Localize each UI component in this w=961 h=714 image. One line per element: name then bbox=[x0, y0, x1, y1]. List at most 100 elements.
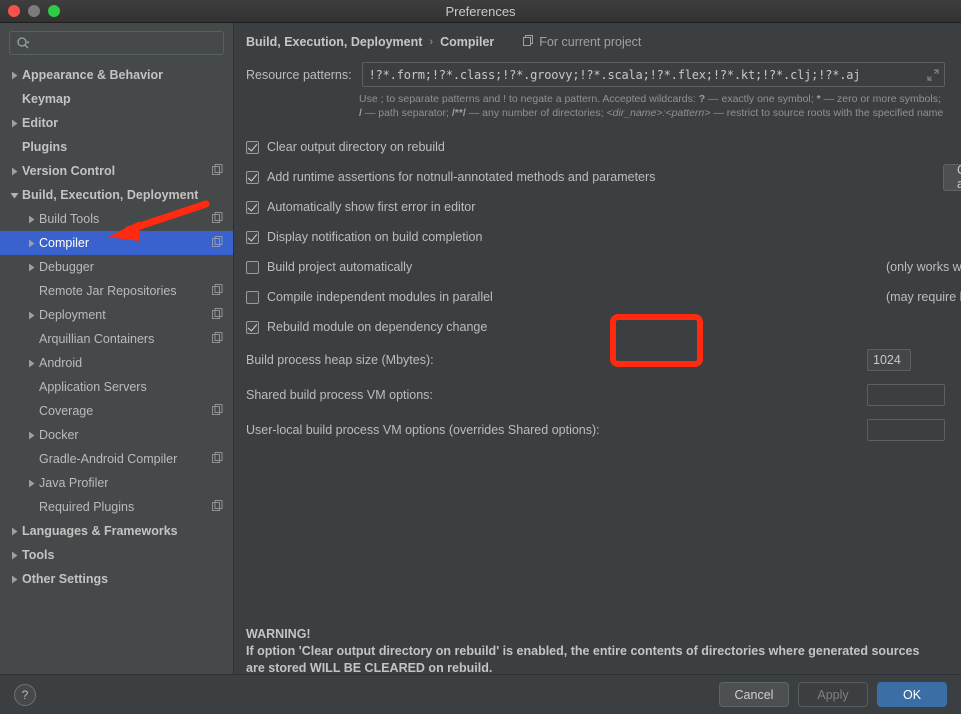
sidebar-item-arquillian-containers[interactable]: Arquillian Containers bbox=[0, 327, 233, 351]
apply-button[interactable]: Apply bbox=[798, 682, 868, 707]
sidebar-item-label: Java Profiler bbox=[39, 476, 109, 490]
sidebar-item-label: Coverage bbox=[39, 404, 94, 418]
sidebar-item-deployment[interactable]: Deployment bbox=[0, 303, 233, 327]
sidebar-item-compiler[interactable]: Compiler bbox=[0, 231, 233, 255]
sidebar-item-java-profiler[interactable]: Java Profiler bbox=[0, 471, 233, 495]
warning-block: WARNING! If option 'Clear output directo… bbox=[246, 626, 953, 674]
checkbox-checked-icon[interactable] bbox=[246, 140, 259, 154]
minimize-button[interactable] bbox=[28, 5, 40, 17]
scope-label: For current project bbox=[539, 35, 642, 49]
resource-patterns-hint: Use ; to separate patterns and ! to nega… bbox=[359, 92, 945, 120]
chevron-right-icon[interactable] bbox=[23, 207, 39, 231]
breadcrumb-parent[interactable]: Build, Execution, Deployment bbox=[246, 35, 422, 49]
checkbox-label: Display notification on build completion bbox=[267, 230, 483, 244]
checkbox-unchecked-icon[interactable] bbox=[246, 260, 259, 274]
sidebar-item-remote-jar-repositories[interactable]: Remote Jar Repositories bbox=[0, 279, 233, 303]
resource-patterns-label: Resource patterns: bbox=[246, 67, 352, 82]
chevron-right-icon[interactable] bbox=[6, 543, 22, 567]
chevron-right-icon[interactable] bbox=[23, 351, 39, 375]
project-scope-icon bbox=[212, 164, 223, 178]
ok-button[interactable]: OK bbox=[877, 682, 947, 707]
sidebar-item-label: Version Control bbox=[22, 164, 116, 178]
sidebar-item-languages-frameworks[interactable]: Languages & Frameworks bbox=[0, 519, 233, 543]
chevron-right-icon[interactable] bbox=[6, 63, 22, 87]
sidebar-item-required-plugins[interactable]: Required Plugins bbox=[0, 495, 233, 519]
sidebar-item-appearance-behavior[interactable]: Appearance & Behavior bbox=[0, 63, 233, 87]
checkbox-row[interactable]: Display notification on build completion bbox=[246, 222, 949, 252]
build-heap-size-input[interactable] bbox=[867, 348, 911, 371]
chevron-right-icon[interactable] bbox=[6, 159, 22, 183]
checkbox-checked-icon[interactable] bbox=[246, 170, 259, 184]
checkbox-row[interactable]: Build project automatically (only works w… bbox=[246, 252, 961, 282]
chevron-right-icon[interactable] bbox=[23, 303, 39, 327]
project-scope-icon bbox=[212, 308, 223, 322]
vm-options-input[interactable] bbox=[867, 418, 945, 441]
checkbox-row[interactable]: Add runtime assertions for notnull-annot… bbox=[246, 162, 961, 192]
checkbox-row[interactable]: Automatically show first error in editor bbox=[246, 192, 949, 222]
resource-patterns-field[interactable]: !?*.form;!?*.class;!?*.groovy;!?*.scala;… bbox=[361, 62, 945, 87]
checkbox-label: Rebuild module on dependency change bbox=[267, 320, 488, 334]
breadcrumb-separator-icon: › bbox=[429, 36, 434, 48]
sidebar-item-plugins[interactable]: Plugins bbox=[0, 135, 233, 159]
sidebar-item-build-execution-deployment[interactable]: Build, Execution, Deployment bbox=[0, 183, 233, 207]
sidebar-item-editor[interactable]: Editor bbox=[0, 111, 233, 135]
sidebar-item-other-settings[interactable]: Other Settings bbox=[0, 567, 233, 591]
chevron-right-icon[interactable] bbox=[23, 423, 39, 447]
sidebar-item-label: Required Plugins bbox=[39, 500, 135, 514]
hint-dir-desc: — restrict to source roots with the spec… bbox=[710, 107, 944, 119]
sidebar-item-label: Appearance & Behavior bbox=[22, 68, 164, 82]
sidebar-item-build-tools[interactable]: Build Tools bbox=[0, 207, 233, 231]
help-button[interactable]: ? bbox=[14, 683, 36, 706]
sidebar-item-label: Android bbox=[39, 356, 83, 370]
resource-patterns-row: Resource patterns: !?*.form;!?*.class;!?… bbox=[234, 49, 961, 87]
checkbox-checked-icon[interactable] bbox=[246, 200, 259, 214]
close-button[interactable] bbox=[8, 5, 20, 17]
cancel-button[interactable]: Cancel bbox=[719, 682, 789, 707]
sidebar-item-android[interactable]: Android bbox=[0, 351, 233, 375]
zoom-button[interactable] bbox=[48, 5, 60, 17]
chevron-down-icon[interactable] bbox=[6, 183, 22, 207]
sidebar-item-label: Application Servers bbox=[39, 380, 147, 394]
search-box[interactable] bbox=[9, 31, 224, 55]
chevron-right-icon[interactable] bbox=[23, 471, 39, 495]
sidebar-item-label: Compiler bbox=[39, 236, 90, 250]
chevron-right-icon[interactable] bbox=[23, 255, 39, 279]
sidebar-item-coverage[interactable]: Coverage bbox=[0, 399, 233, 423]
sidebar-item-label: Build, Execution, Deployment bbox=[22, 188, 199, 202]
checkbox-label: Compile independent modules in parallel bbox=[267, 290, 493, 304]
field-label: Shared build process VM options: bbox=[246, 387, 433, 402]
hint-q-desc: — exactly one symbol; bbox=[705, 93, 817, 105]
warning-line-1: If option 'Clear output directory on reb… bbox=[246, 644, 920, 658]
sidebar-item-keymap[interactable]: Keymap bbox=[0, 87, 233, 111]
checkbox-row[interactable]: Rebuild module on dependency change bbox=[246, 312, 949, 342]
sidebar-item-docker[interactable]: Docker bbox=[0, 423, 233, 447]
hint-dblstar-desc: — any number of directories; bbox=[465, 107, 607, 119]
sidebar-item-tools[interactable]: Tools bbox=[0, 543, 233, 567]
project-scope-icon bbox=[212, 284, 223, 298]
checkbox-checked-icon[interactable] bbox=[246, 230, 259, 244]
checkbox-row[interactable]: Clear output directory on rebuild bbox=[246, 132, 949, 162]
sidebar-item-version-control[interactable]: Version Control bbox=[0, 159, 233, 183]
checkbox-checked-icon[interactable] bbox=[246, 320, 259, 334]
sidebar-item-application-servers[interactable]: Application Servers bbox=[0, 375, 233, 399]
expand-icon[interactable] bbox=[926, 68, 940, 82]
project-scope-icon bbox=[523, 35, 534, 49]
search-input[interactable] bbox=[34, 36, 217, 50]
configure-annotations-button[interactable]: Configure annotations... bbox=[943, 163, 961, 191]
chevron-right-icon[interactable] bbox=[23, 231, 39, 255]
sidebar-item-gradle-android-compiler[interactable]: Gradle-Android Compiler bbox=[0, 447, 233, 471]
project-scope-icon bbox=[212, 236, 223, 250]
checkbox-label: Build project automatically bbox=[267, 260, 413, 274]
checkbox-note: (may require larger heap size) bbox=[886, 290, 961, 304]
checkbox-row[interactable]: Compile independent modules in parallel (… bbox=[246, 282, 961, 312]
sidebar-item-label: Debugger bbox=[39, 260, 94, 274]
checkbox-unchecked-icon[interactable] bbox=[246, 290, 259, 304]
warning-line-2: are stored WILL BE CLEARED on rebuild. bbox=[246, 661, 493, 674]
field-label: User-local build process VM options (ove… bbox=[246, 422, 600, 437]
vm-options-input[interactable] bbox=[867, 383, 945, 406]
chevron-right-icon[interactable] bbox=[6, 111, 22, 135]
sidebar-item-debugger[interactable]: Debugger bbox=[0, 255, 233, 279]
dialog-body: Appearance & Behavior Keymap Editor Plugins… bbox=[0, 23, 961, 674]
chevron-right-icon[interactable] bbox=[6, 519, 22, 543]
chevron-right-icon[interactable] bbox=[6, 567, 22, 591]
